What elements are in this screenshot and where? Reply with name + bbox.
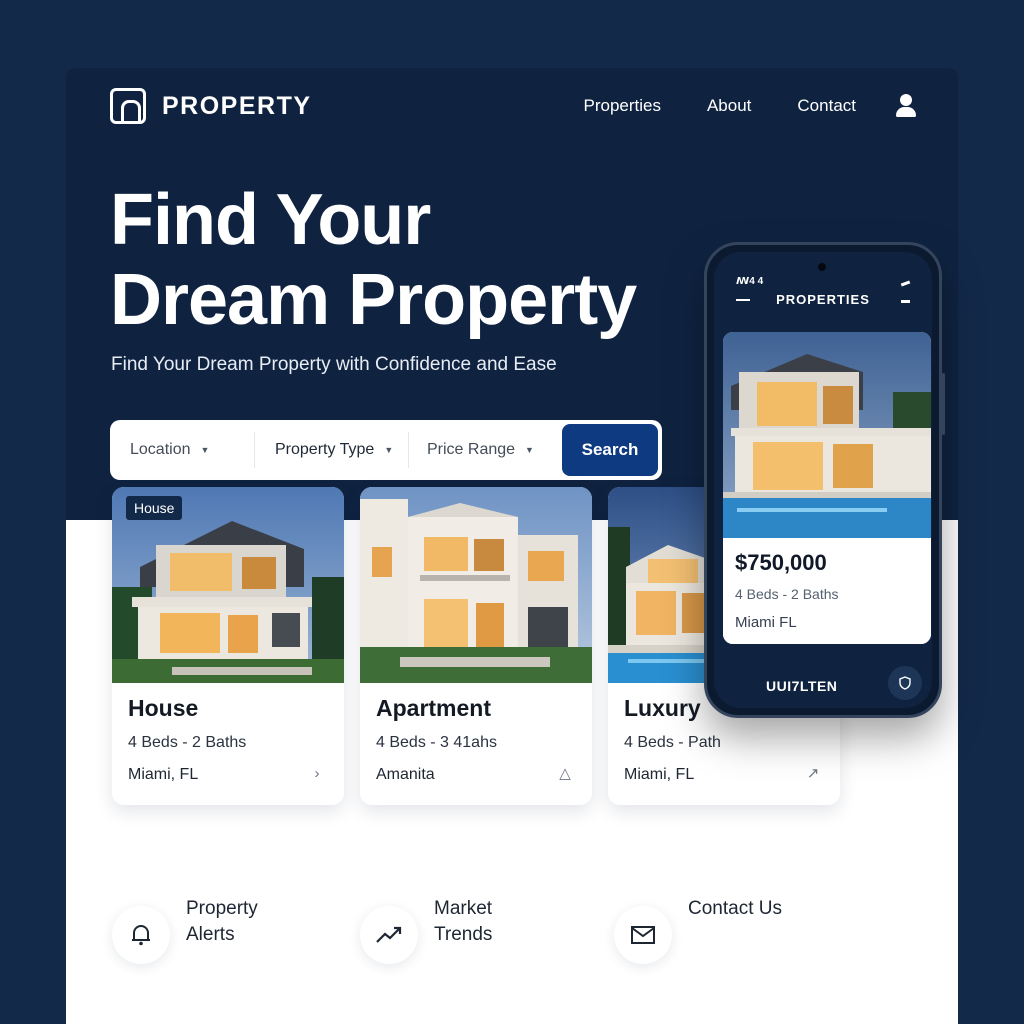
phone-listing-location: Miami FL [735,614,797,631]
property-title: House [128,695,199,721]
feature-label-line2: Alerts [186,924,235,945]
price-range-select[interactable]: Price Range ▼ [408,432,558,468]
phone-camera [818,263,826,271]
user-icon[interactable] [894,94,918,118]
phone-app-title: PROPERTIES [776,292,870,307]
location-label: Location [130,441,191,458]
mail-icon [614,906,672,964]
phone-listing-card[interactable]: $750,000 4 Beds - 2 Baths Miami FL [723,332,931,644]
property-type-badge: House [126,496,183,520]
property-specs: 4 Beds - 2 Baths [128,734,247,751]
property-specs: 4 Beds - Path [624,734,721,751]
phone-listing-price: $750,000 [735,550,827,575]
arch-logo-icon[interactable] [110,88,146,124]
nav-links: Properties About Contact [583,94,918,118]
property-card-apartment[interactable]: Apartment 4 Beds - 3 41ahs Amanita △ [360,487,592,805]
caret-down-icon: ▼ [200,445,210,455]
phone-mockup: ꟿ4 4 PROPERTIES $750,000 4 Beds - 2 Bath… [704,242,945,718]
phone-listing-info: $750,000 4 Beds - 2 Baths Miami FL [723,538,931,644]
property-type-label: Property Type [275,441,375,458]
property-specs: 4 Beds - 3 41ahs [376,734,497,751]
phone-side-button [942,373,945,435]
arrow-diagonal-icon[interactable]: ↗ [800,761,826,787]
feature-label-line1: Market [434,898,493,919]
property-card-house[interactable]: House House 4 Beds - 2 Baths Miami, FL › [112,487,344,805]
property-location: Miami, FL [128,766,199,783]
trend-up-icon [360,906,418,964]
hero-title-line1: Find Your [110,180,431,260]
phone-brand-text: UUI7LTEN [766,678,838,694]
shield-icon[interactable] [888,666,922,700]
feature-label: Property Alerts [186,896,306,948]
bell-icon [112,906,170,964]
phone-header-icon[interactable] [900,280,911,287]
caret-down-icon: ▼ [525,445,534,455]
property-location: Amanita [376,766,435,783]
feature-market-trends[interactable]: Market Trends [360,898,554,964]
hero-title-line2: Dream Property [110,260,637,340]
feature-property-alerts[interactable]: Property Alerts [112,898,306,964]
phone-screen: ꟿ4 4 PROPERTIES $750,000 4 Beds - 2 Bath… [714,252,932,708]
property-type-select[interactable]: Property Type ▼ [254,432,408,468]
feature-label-line2: Trends [434,924,493,945]
price-range-label: Price Range [427,441,516,458]
property-title: Apartment [376,695,492,721]
feature-label-line1: Property [186,898,258,919]
feature-label: Contact Us [688,896,808,922]
caret-down-icon: ▼ [384,445,394,455]
location-select[interactable]: Location ▼ [130,420,254,480]
nav-link-contact[interactable]: Contact [797,96,856,116]
phone-listing-image [723,332,931,538]
search-bar: Location ▼ Property Type ▼ Price Range ▼… [110,420,662,480]
brand-name[interactable]: PROPERTY [162,92,312,121]
search-button[interactable]: Search [562,424,658,476]
property-image: House [112,487,344,683]
triangle-up-icon[interactable]: △ [552,761,578,787]
feature-label: Market Trends [434,896,554,948]
phone-listing-specs: 4 Beds - 2 Baths [735,586,839,602]
feature-label-line1: Contact Us [688,898,782,919]
property-card-body: Apartment 4 Beds - 3 41ahs Amanita △ [360,683,592,805]
hero-subtitle: Find Your Dream Property with Confidence… [111,354,557,375]
nav-link-properties[interactable]: Properties [583,96,660,116]
nav-link-about[interactable]: About [707,96,751,116]
phone-status-text: ꟿ4 4 [736,276,764,287]
property-card-body: House 4 Beds - 2 Baths Miami, FL › [112,683,344,805]
feature-contact-us[interactable]: Contact Us [614,898,808,964]
property-location: Miami, FL [624,766,695,783]
chevron-right-icon[interactable]: › [304,761,330,787]
hero-title: Find Your Dream Property [110,180,710,340]
top-nav: PROPERTY Properties About Contact [110,88,918,124]
property-image [360,487,592,683]
phone-header-icon[interactable] [901,300,910,303]
